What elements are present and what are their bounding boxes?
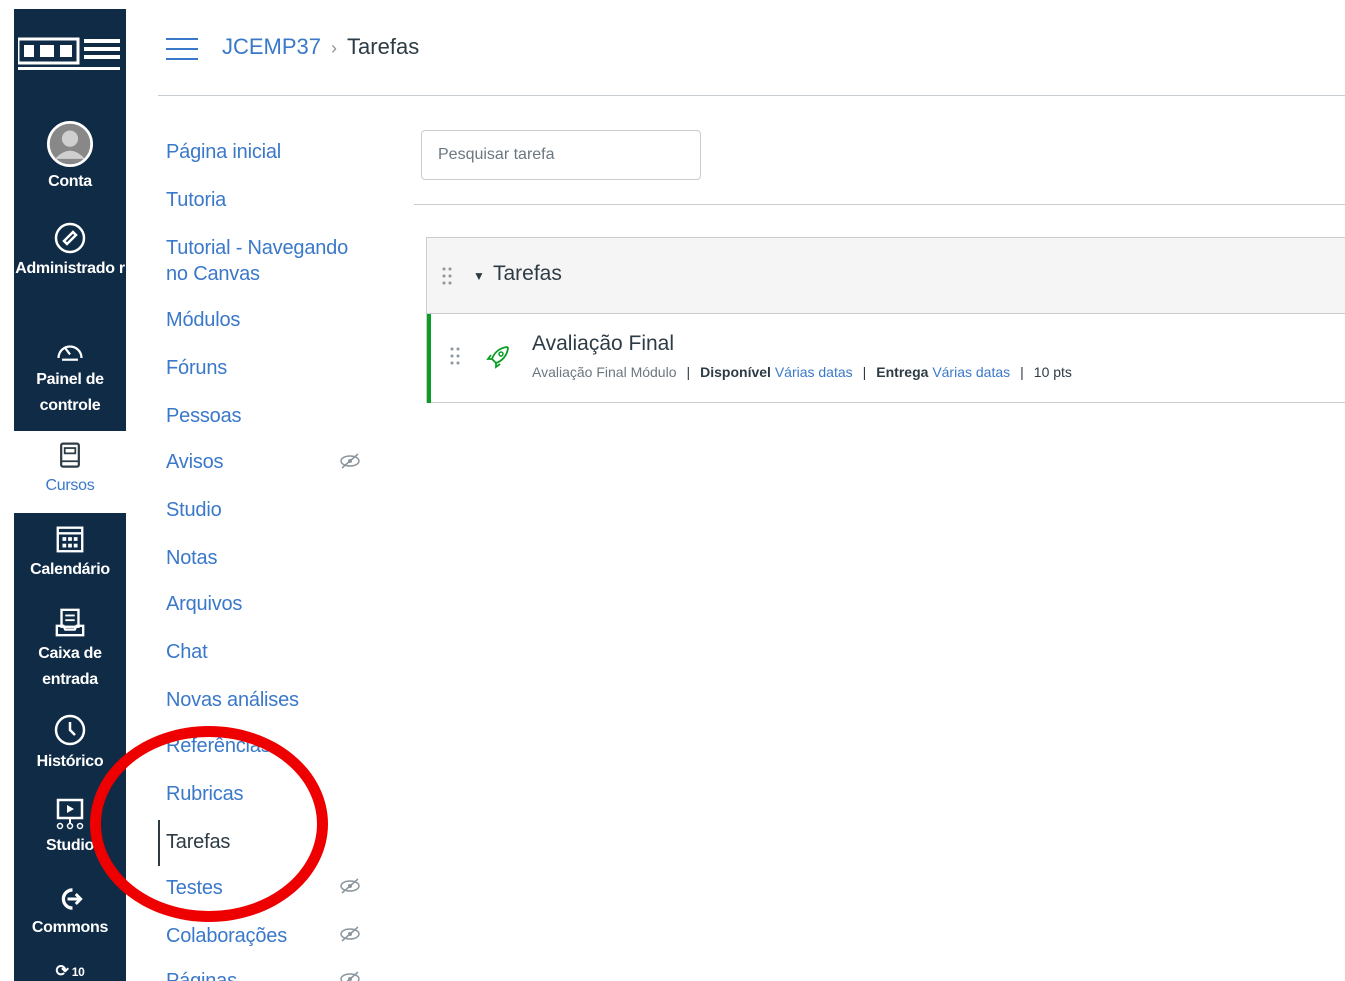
assignment-row[interactable]: Avaliação Final Avaliação Final Módulo | D… (427, 314, 1345, 403)
meta-separator: | (686, 364, 691, 380)
course-nav-modules[interactable]: Módulos (166, 307, 240, 333)
breadcrumb-separator: › (331, 38, 338, 58)
assignment-group-title: Tarefas (493, 262, 562, 285)
search-assignments-input[interactable] (421, 130, 701, 180)
institution-logo[interactable] (16, 35, 122, 75)
drag-handle-icon[interactable] (441, 266, 453, 286)
course-nav-announcements[interactable]: Avisos (166, 449, 224, 475)
assignment-title-link[interactable]: Avaliação Final (532, 332, 674, 356)
assignment-group-header[interactable]: ▼ Tarefas (427, 238, 1345, 314)
global-nav-label: Commons (31, 919, 109, 936)
meta-separator: | (1020, 364, 1024, 380)
drag-handle-icon[interactable] (449, 346, 461, 366)
clock-icon (54, 714, 86, 746)
inbox-icon (55, 608, 85, 637)
page-header: JCEMP37 › Tarefas (158, 0, 1345, 96)
available-dates-link[interactable]: Várias datas (775, 364, 853, 380)
global-nav-more[interactable]: ⟳ 10 (14, 961, 126, 981)
course-nav-collaborations[interactable]: Colaborações (166, 923, 287, 949)
hamburger-menu-icon[interactable] (166, 38, 198, 62)
course-nav-chat[interactable]: Chat (166, 639, 208, 665)
annotation-circle (90, 726, 328, 922)
calendar-icon (56, 526, 84, 553)
breadcrumb-current: Tarefas (347, 34, 420, 59)
global-nav-inbox[interactable]: Caixa de entrada (14, 607, 126, 693)
meta-separator: | (862, 364, 867, 380)
hidden-eye-icon (340, 878, 360, 894)
collapse-caret-icon[interactable]: ▼ (473, 269, 485, 283)
global-nav-history[interactable]: Histórico (14, 713, 126, 775)
admin-shield-icon (54, 222, 86, 254)
global-nav-label: Administrado r (15, 260, 125, 277)
global-nav-dashboard[interactable]: Painel de controle (14, 335, 126, 419)
assignment-module: Avaliação Final Módulo (532, 364, 677, 380)
course-nav-grades[interactable]: Notas (166, 545, 217, 571)
assignment-meta: Avaliação Final Módulo | Disponível Várias… (532, 364, 1072, 380)
hidden-eye-icon (340, 453, 360, 469)
due-dates-link[interactable]: Várias datas (932, 364, 1010, 380)
course-nav-studio[interactable]: Studio (166, 497, 222, 523)
courses-book-icon (60, 442, 80, 468)
course-nav-new-analytics[interactable]: Novas análises (166, 687, 299, 713)
divider (414, 204, 1345, 205)
studio-icon (56, 798, 84, 830)
available-label: Disponível (700, 364, 771, 380)
global-nav-label: Painel de controle (36, 371, 104, 414)
course-nav-forums[interactable]: Fóruns (166, 355, 227, 381)
assignment-points: 10 pts (1033, 364, 1072, 380)
hidden-eye-icon (340, 971, 360, 981)
global-nav-calendar[interactable]: Calendário (14, 523, 126, 583)
global-nav-admin[interactable]: Administrado r (14, 221, 126, 281)
course-nav-tutorial[interactable]: Tutorial - Navegando no Canvas (166, 235, 371, 287)
course-nav-tutoria[interactable]: Tutoria (166, 187, 226, 213)
commons-icon (61, 888, 83, 910)
dashboard-icon (57, 345, 83, 361)
hidden-eye-icon (340, 926, 360, 942)
due-label: Entrega (876, 364, 929, 380)
course-nav-files[interactable]: Arquivos (166, 591, 242, 617)
global-nav-badge-count: 10 (71, 965, 85, 979)
assignment-group: ▼ Tarefas Avaliação Final Avaliação Fina… (426, 237, 1345, 403)
user-avatar-icon (47, 121, 93, 167)
global-nav-label: Calendário (30, 561, 110, 578)
global-nav-commons[interactable]: Commons (14, 885, 126, 941)
course-nav-pages[interactable]: Páginas (166, 968, 237, 981)
course-nav-home[interactable]: Página inicial (166, 139, 281, 165)
breadcrumb-course-link[interactable]: JCEMP37 (222, 34, 321, 59)
global-nav-account[interactable]: Conta (14, 121, 126, 195)
course-nav-people[interactable]: Pessoas (166, 403, 242, 429)
global-nav-label: Caixa de entrada (38, 645, 102, 688)
global-nav-courses[interactable]: Cursos (14, 431, 126, 513)
global-nav-label: Conta (48, 173, 92, 190)
global-nav-label: Cursos (45, 477, 95, 494)
assignment-rocket-icon (486, 346, 509, 369)
breadcrumb: JCEMP37 › Tarefas (222, 34, 419, 60)
badge-icon: ⟳ (55, 963, 69, 980)
